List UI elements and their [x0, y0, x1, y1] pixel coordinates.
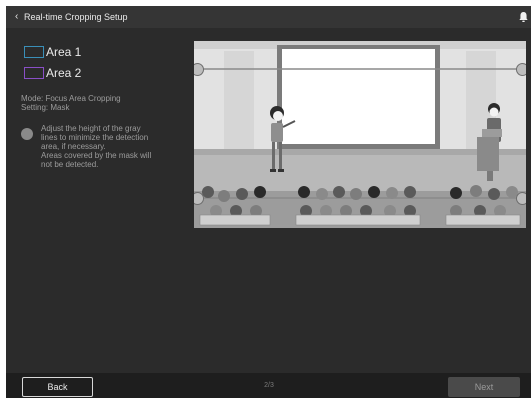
page-title: Real-time Cropping Setup	[24, 12, 128, 22]
classroom-illustration	[194, 41, 526, 228]
footer-bar: Back 2/3 Next	[6, 373, 531, 398]
back-chevron-icon[interactable]: ‹	[15, 6, 18, 28]
hint-text: Adjust the height of the gray lines to m…	[41, 124, 201, 169]
area-1-swatch	[24, 46, 44, 58]
hint-line: not be detected.	[41, 160, 99, 169]
top-line-right-handle[interactable]	[516, 63, 526, 76]
area-2-label: Area 2	[46, 66, 82, 80]
title-bar: ‹ Real-time Cropping Setup	[6, 6, 531, 28]
next-button[interactable]: Next	[448, 377, 520, 397]
mode-info: Mode: Focus Area Cropping Setting: Mask	[21, 94, 121, 112]
hint-line: lines to minimize the detection	[41, 133, 149, 142]
info-dot-icon	[21, 128, 33, 140]
camera-preview	[194, 41, 526, 228]
setting-text: Setting: Mask	[21, 103, 70, 112]
hint-line: area, if necessary.	[41, 142, 106, 151]
bell-icon[interactable]	[519, 11, 528, 23]
hint-line: Areas covered by the mask will	[41, 151, 152, 160]
back-button[interactable]: Back	[22, 377, 93, 397]
app-window: ‹ Real-time Cropping Setup Area 1 Area 2…	[6, 6, 531, 398]
page-indicator: 2/3	[264, 382, 274, 389]
area-2-swatch	[24, 67, 44, 79]
desks	[199, 214, 521, 226]
mode-text: Mode: Focus Area Cropping	[21, 94, 121, 103]
area-1-label: Area 1	[46, 45, 82, 59]
bottom-line-right-handle[interactable]	[516, 192, 526, 205]
hint-line: Adjust the height of the gray	[41, 124, 141, 133]
